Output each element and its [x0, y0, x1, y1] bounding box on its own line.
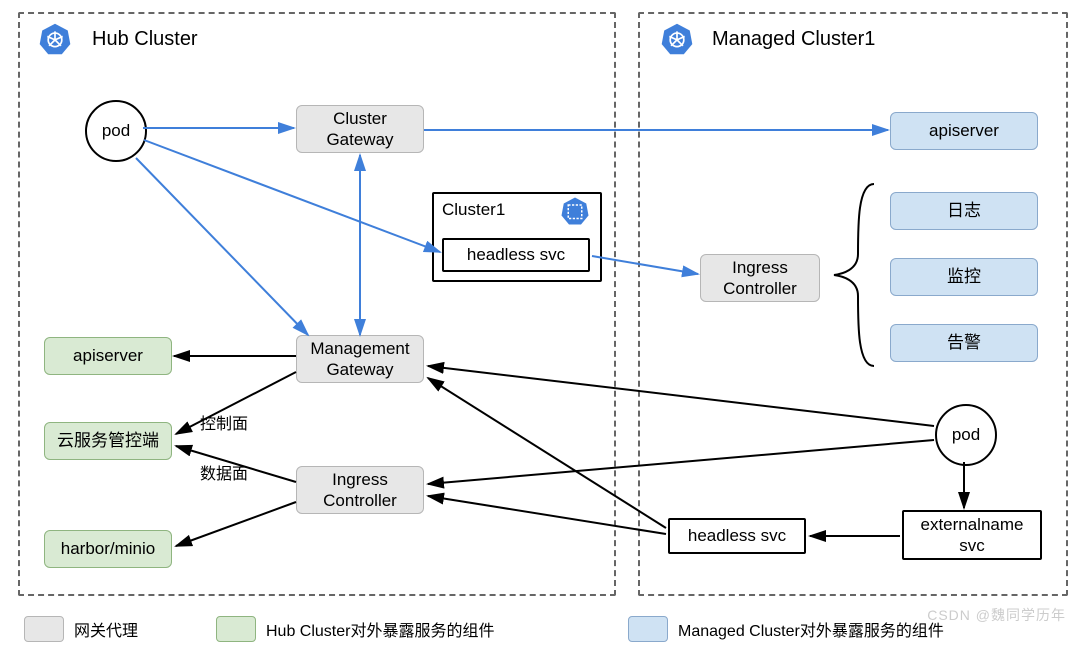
mgd-monitor-node: 监控	[890, 258, 1038, 296]
headless-svc-hub-node: headless svc	[442, 238, 590, 272]
legend-managed-exposed: Managed Cluster对外暴露服务的组件	[628, 616, 944, 642]
brace-icon	[830, 180, 886, 375]
headless-svc-mgd-node: headless svc	[668, 518, 806, 554]
headless-svc-mgd-label: headless svc	[688, 525, 786, 546]
mgmt-gateway-node: Management Gateway	[296, 335, 424, 383]
mgd-logs-label: 日志	[947, 200, 981, 221]
cloud-admin-node: 云服务管控端	[44, 422, 172, 460]
mgd-alert-node: 告警	[890, 324, 1038, 362]
swatch-green	[216, 616, 256, 642]
mgd-alert-label: 告警	[947, 332, 981, 353]
apiserver-hub-node: apiserver	[44, 337, 172, 375]
managed-cluster-label: Managed Cluster1	[712, 28, 875, 51]
ingress-ctrl-mgd-node: Ingress Controller	[700, 254, 820, 302]
legend-managed-exposed-label: Managed Cluster对外暴露服务的组件	[678, 617, 944, 641]
externalname-svc-label: externalname svc	[920, 514, 1023, 557]
swatch-gray	[24, 616, 64, 642]
apiserver-mgd-node: apiserver	[890, 112, 1038, 150]
headless-svc-hub-label: headless svc	[467, 244, 565, 265]
mgd-monitor-label: 监控	[947, 266, 981, 287]
ctrl-plane-edge-label: 控制面	[200, 410, 248, 434]
legend-gateway-proxy-label: 网关代理	[74, 617, 138, 641]
mgd-logs-node: 日志	[890, 192, 1038, 230]
mgd-pod-node: pod	[935, 404, 997, 466]
externalname-svc-node: externalname svc	[902, 510, 1042, 560]
mgd-pod-label: pod	[952, 425, 980, 445]
harbor-minio-node: harbor/minio	[44, 530, 172, 568]
swatch-blue	[628, 616, 668, 642]
apiserver-mgd-label: apiserver	[929, 120, 999, 141]
watermark-text: CSDN @魏同学历年	[927, 605, 1066, 625]
legend-hub-exposed-label: Hub Cluster对外暴露服务的组件	[266, 617, 494, 641]
kubernetes-icon	[660, 22, 694, 61]
kubernetes-icon	[560, 196, 590, 231]
kubernetes-icon	[38, 22, 72, 61]
legend-hub-exposed: Hub Cluster对外暴露服务的组件	[216, 616, 494, 642]
ingress-ctrl-hub-label: Ingress Controller	[323, 469, 397, 512]
ingress-ctrl-hub-node: Ingress Controller	[296, 466, 424, 514]
harbor-minio-label: harbor/minio	[61, 538, 156, 559]
cluster1-name-label: Cluster1	[442, 200, 505, 220]
hub-cluster-label: Hub Cluster	[92, 28, 198, 51]
ingress-ctrl-mgd-label: Ingress Controller	[723, 257, 797, 300]
cloud-admin-label: 云服务管控端	[57, 430, 159, 451]
cluster-gateway-node: Cluster Gateway	[296, 105, 424, 153]
cluster-gateway-label: Cluster Gateway	[326, 108, 393, 151]
legend-gateway-proxy: 网关代理	[24, 616, 138, 642]
apiserver-hub-label: apiserver	[73, 345, 143, 366]
diagram-root: { "clusters": { "hub": { "label": "Hub C…	[0, 0, 1080, 667]
hub-pod-label: pod	[102, 121, 130, 141]
hub-pod-node: pod	[85, 100, 147, 162]
mgmt-gateway-label: Management Gateway	[310, 338, 409, 381]
data-plane-edge-label: 数据面	[200, 460, 248, 484]
